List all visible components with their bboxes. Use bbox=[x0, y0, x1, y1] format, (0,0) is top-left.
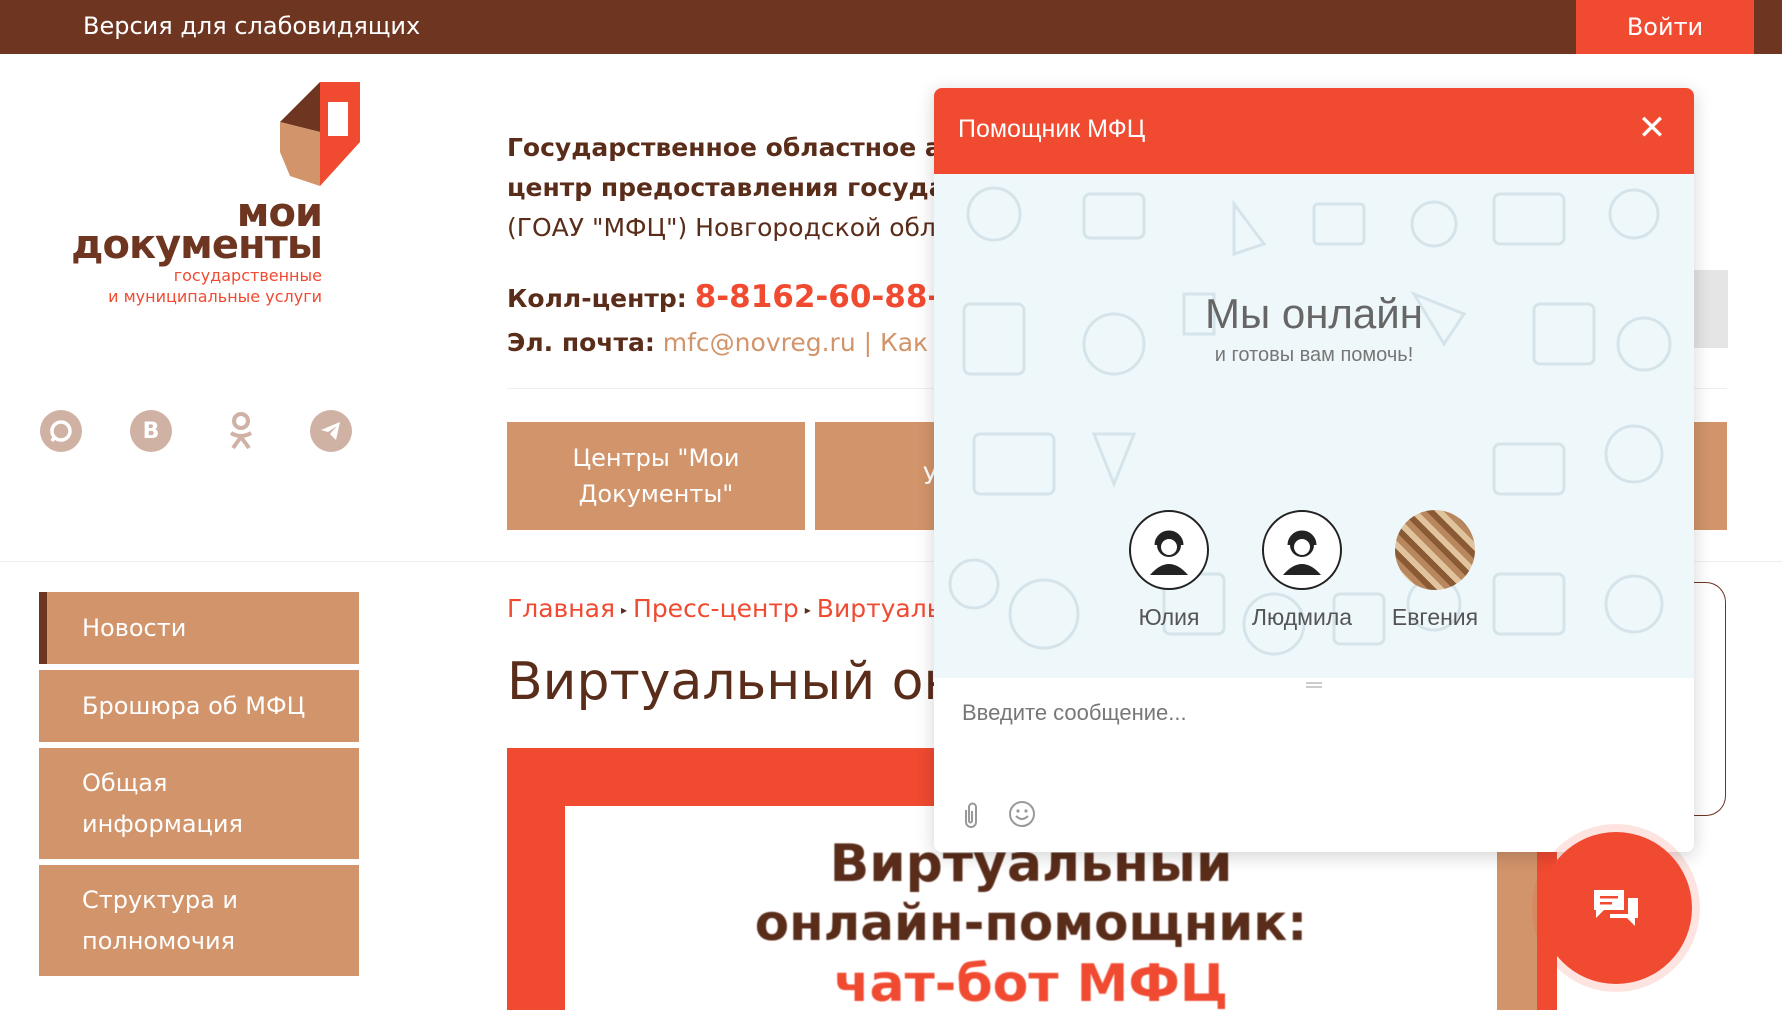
operator-icon bbox=[1283, 530, 1321, 575]
telegram-icon[interactable] bbox=[310, 410, 352, 452]
agent-yulia[interactable]: Юлия bbox=[1104, 510, 1234, 631]
callcenter-phone[interactable]: 8-8162-60-88- bbox=[695, 279, 941, 315]
sidebar-item-general-info[interactable]: Общая информация bbox=[39, 748, 359, 859]
breadcrumb: Главная ▸ Пресс-центр ▸ Виртуальны bbox=[507, 594, 978, 623]
logo-subtitle-1: государственные bbox=[173, 266, 322, 285]
contacts: Колл-центр: 8-8162-60-88- Эл. почта: mfc… bbox=[507, 275, 940, 365]
sidebar-item-label: полномочия bbox=[82, 926, 236, 955]
page-title: Виртуальный онл bbox=[507, 652, 991, 712]
chat-widget: Помощник МФЦ ✕ Мы онлайн и готовы вам по… bbox=[934, 88, 1694, 852]
avatar bbox=[1129, 510, 1209, 590]
sidebar-item-label: Общая bbox=[82, 768, 168, 797]
login-button[interactable]: Войти bbox=[1576, 0, 1754, 54]
org-line-2: центр предоставления госуда bbox=[507, 173, 946, 202]
resize-grip-icon[interactable] bbox=[1306, 682, 1322, 688]
chat-input-area[interactable]: Введите сообщение... bbox=[934, 678, 1694, 852]
email-label: Эл. почта: bbox=[507, 328, 655, 357]
callcenter-label: Колл-центр: bbox=[507, 284, 687, 313]
message-input[interactable]: Введите сообщение... bbox=[962, 700, 1187, 726]
sidebar-item-brochure[interactable]: Брошюра об МФЦ bbox=[39, 670, 359, 742]
sidebar-item-news[interactable]: Новости bbox=[39, 592, 359, 664]
online-heading: Мы онлайн bbox=[1205, 290, 1423, 337]
avatar bbox=[1262, 510, 1342, 590]
breadcrumb-home[interactable]: Главная bbox=[507, 594, 615, 623]
sidebar-item-structure[interactable]: Структура и полномочия bbox=[39, 865, 359, 976]
close-icon[interactable]: ✕ bbox=[1636, 111, 1668, 145]
chat-header: Помощник МФЦ ✕ bbox=[934, 88, 1694, 174]
email-link[interactable]: mfc@novreg.ru bbox=[663, 328, 856, 357]
org-line-1: Государственное областное а bbox=[507, 133, 942, 162]
sidebar-menu: Новости Брошюра об МФЦ Общая информация … bbox=[39, 592, 359, 982]
organization-name: Государственное областное а центр предос… bbox=[507, 128, 946, 248]
operator-icon bbox=[1150, 530, 1188, 575]
chat-bubbles-icon bbox=[1594, 890, 1638, 926]
max-icon[interactable] bbox=[40, 410, 82, 452]
org-line-3: (ГОАУ "МФЦ") Новгородской обл bbox=[507, 213, 936, 242]
breadcrumb-separator-icon: ▸ bbox=[620, 603, 628, 617]
top-bar: Версия для слабовидящих Войти bbox=[0, 0, 1782, 54]
chat-toggle-button[interactable] bbox=[1540, 832, 1692, 984]
logo-mark-icon bbox=[280, 82, 360, 186]
site-logo[interactable]: мои документы государственные и муниципа… bbox=[40, 82, 360, 312]
nav-centers-line2: Документы" bbox=[578, 480, 734, 508]
breadcrumb-separator-icon: ▸ bbox=[804, 603, 811, 617]
odnoklassniki-icon[interactable] bbox=[220, 410, 262, 452]
logo-text-documents: документы bbox=[71, 222, 323, 268]
breadcrumb-press[interactable]: Пресс-центр bbox=[633, 594, 799, 623]
online-subheading: и готовы вам помочь! bbox=[1214, 344, 1414, 366]
agent-lyudmila[interactable]: Людмила bbox=[1237, 510, 1367, 631]
chat-body: Мы онлайн и готовы вам помочь! Юлия Людм… bbox=[934, 174, 1694, 678]
chat-title: Помощник МФЦ bbox=[958, 115, 1146, 143]
logo-subtitle-2: и муниципальные услуги bbox=[108, 287, 322, 306]
nav-centers-button[interactable]: Центры "Мои Документы" bbox=[507, 422, 805, 530]
agent-name: Евгения bbox=[1391, 604, 1479, 630]
sidebar-item-label: Брошюра об МФЦ bbox=[82, 691, 306, 720]
sidebar-item-label: Структура и bbox=[82, 885, 239, 914]
attach-icon[interactable] bbox=[960, 800, 982, 830]
agent-name: Людмила bbox=[1251, 604, 1353, 630]
banner-line-2: онлайн-помощник: bbox=[754, 894, 1308, 952]
avatar bbox=[1395, 510, 1475, 590]
low-vision-link[interactable]: Версия для слабовидящих bbox=[83, 12, 420, 40]
sidebar-item-label: Новости bbox=[82, 613, 187, 642]
nav-centers-line1: Центры "Мои bbox=[572, 444, 740, 472]
emoji-icon[interactable] bbox=[1008, 800, 1036, 828]
vk-icon[interactable]: В bbox=[130, 410, 172, 452]
agent-evgenia[interactable]: Евгения bbox=[1370, 510, 1500, 631]
social-links: В bbox=[40, 410, 352, 452]
agent-name: Юлия bbox=[1138, 604, 1200, 630]
contacts-suffix[interactable]: | Как bbox=[856, 328, 929, 357]
banner-line-3: чат-бот МФЦ bbox=[833, 954, 1229, 1010]
sidebar-item-label: информация bbox=[82, 809, 243, 838]
